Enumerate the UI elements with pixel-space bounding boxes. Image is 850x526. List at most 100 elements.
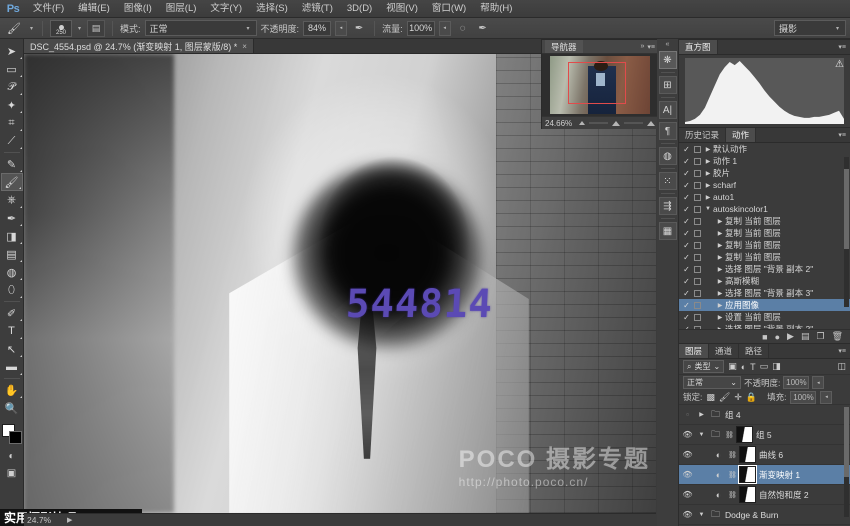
path-selection-tool[interactable]: ↖ xyxy=(1,340,23,358)
shape-tool[interactable]: ▬ xyxy=(1,358,23,376)
mask-link-icon[interactable]: ⛓ xyxy=(728,451,736,459)
lock-position-icon[interactable]: ✛ xyxy=(734,392,742,403)
begin-recording-icon[interactable]: ● xyxy=(775,332,780,342)
action-toggle-checkbox[interactable]: ✓ xyxy=(681,241,692,250)
actions-panel-menu-icon[interactable]: ▾≡ xyxy=(834,128,850,142)
layer-row[interactable]: 👁◐⛓曲线 6 xyxy=(679,445,850,465)
action-dialog-toggle[interactable] xyxy=(692,146,703,153)
action-toggle-checkbox[interactable]: ✓ xyxy=(681,157,692,166)
quick-selection-tool[interactable]: ✦ xyxy=(1,96,23,114)
healing-brush-tool[interactable]: ✎ xyxy=(1,155,23,173)
action-row[interactable]: ✓▶胶片 xyxy=(679,167,850,179)
action-row[interactable]: ✓▶复制 当前 图层 xyxy=(679,251,850,263)
document-tab[interactable]: DSC_4554.psd @ 24.7% (渐变映射 1, 图层蒙版/8) * … xyxy=(24,39,254,53)
filter-enable-toggle[interactable]: ◫ xyxy=(837,361,846,372)
marquee-tool[interactable]: ▭ xyxy=(1,60,23,78)
filter-shape-icon[interactable]: ▭ xyxy=(760,361,769,372)
brush-preset-chevron-icon[interactable]: ▾ xyxy=(76,25,83,32)
action-dialog-toggle[interactable] xyxy=(692,242,703,249)
action-dialog-toggle[interactable] xyxy=(692,206,703,213)
expand-triangle-icon[interactable]: ▶ xyxy=(715,278,725,285)
expand-triangle-icon[interactable]: ▶ xyxy=(697,411,706,418)
mask-link-icon[interactable]: ⛓ xyxy=(728,471,736,479)
action-dialog-toggle[interactable] xyxy=(692,158,703,165)
histogram-panel-menu-icon[interactable]: ▾≡ xyxy=(834,40,850,54)
brush-panel-toggle-button[interactable]: ▤ xyxy=(87,20,105,37)
zoom-tool[interactable]: 🔍 xyxy=(1,399,23,417)
gradient-tool[interactable]: ▤ xyxy=(1,245,23,263)
layer-visibility-icon[interactable]: 👁 xyxy=(681,510,694,519)
move-tool[interactable]: ➤ xyxy=(1,42,23,60)
action-toggle-checkbox[interactable]: ✓ xyxy=(681,277,692,286)
action-toggle-checkbox[interactable]: ✓ xyxy=(681,265,692,274)
action-row[interactable]: ✓▶设置 当前 图层 xyxy=(679,311,850,323)
action-toggle-checkbox[interactable]: ✓ xyxy=(681,313,692,322)
status-zoom-level[interactable]: 24.7% xyxy=(27,515,61,525)
navigator-zoom-value[interactable]: 24.66% xyxy=(545,119,575,128)
action-dialog-toggle[interactable] xyxy=(692,302,703,309)
histogram-warning-icon[interactable]: ⚠ xyxy=(835,59,844,70)
brush-tool-icon[interactable]: 🖌 xyxy=(4,20,24,36)
filter-pixel-icon[interactable]: ▣ xyxy=(728,361,737,372)
brush-preset-picker[interactable]: 250 xyxy=(50,20,72,37)
action-row[interactable]: ✓▶高斯模糊 xyxy=(679,275,850,287)
styles-panel-icon[interactable]: ◍ xyxy=(659,147,677,165)
tab-history[interactable]: 历史记录 xyxy=(679,128,726,142)
menu-3d[interactable]: 3D(D) xyxy=(340,0,379,18)
menu-layer[interactable]: 图层(L) xyxy=(159,0,204,18)
color-panel-icon[interactable]: ❋ xyxy=(659,51,677,69)
crop-tool[interactable]: ⌗ xyxy=(1,114,23,132)
action-row[interactable]: ✓▶默认动作 xyxy=(679,143,850,155)
opacity-stepper[interactable]: ◂ xyxy=(335,21,347,36)
action-toggle-checkbox[interactable]: ✓ xyxy=(681,169,692,178)
action-row[interactable]: ✓▶auto1 xyxy=(679,191,850,203)
layers-scrollbar[interactable] xyxy=(844,407,849,517)
expand-triangle-icon[interactable]: ▶ xyxy=(715,290,725,297)
action-row[interactable]: ✓▶scharf xyxy=(679,179,850,191)
action-row[interactable]: ✓▼autoskincolor1 xyxy=(679,203,850,215)
expand-triangle-icon[interactable]: ▼ xyxy=(703,206,713,212)
opacity-pressure-icon[interactable]: ✒ xyxy=(351,20,367,36)
lock-image-icon[interactable]: 🖌 xyxy=(719,392,730,403)
navigator-slider-handle[interactable] xyxy=(612,121,620,126)
tab-channels[interactable]: 通道 xyxy=(709,344,739,358)
layer-visibility-icon[interactable]: 👁 xyxy=(681,450,694,459)
adjustments-panel-icon[interactable]: ⊞ xyxy=(659,76,677,94)
layers-scrollbar-thumb[interactable] xyxy=(844,407,849,477)
layer-fill-input[interactable]: 100% xyxy=(790,391,816,404)
expand-triangle-icon[interactable]: ▶ xyxy=(703,146,713,153)
layer-row[interactable]: 👁◐⛓自然饱和度 2 xyxy=(679,485,850,505)
action-row[interactable]: ✓▶应用图像 xyxy=(679,299,850,311)
action-toggle-checkbox[interactable]: ✓ xyxy=(681,289,692,298)
action-toggle-checkbox[interactable]: ✓ xyxy=(681,253,692,262)
rail-expand-icon[interactable]: « xyxy=(666,41,670,48)
action-dialog-toggle[interactable] xyxy=(692,194,703,201)
stop-recording-icon[interactable]: ■ xyxy=(762,332,767,342)
play-selection-icon[interactable]: ▶ xyxy=(787,331,794,342)
lasso-tool[interactable]: 𝒫 xyxy=(1,78,23,96)
action-dialog-toggle[interactable] xyxy=(692,278,703,285)
brush-tool[interactable]: 🖌 xyxy=(1,173,23,191)
layer-row[interactable]: ▫▶🗀组 4 xyxy=(679,405,850,425)
tab-histogram[interactable]: 直方图 xyxy=(679,40,718,54)
layer-blend-mode-select[interactable]: 正常 ⌄ xyxy=(683,376,741,389)
navigator-view-box[interactable] xyxy=(568,62,626,104)
expand-triangle-icon[interactable]: ▶ xyxy=(715,314,725,321)
layer-mask-thumbnail[interactable] xyxy=(739,486,756,503)
layers-panel-menu-icon[interactable]: ▾≡ xyxy=(834,344,850,358)
layer-visibility-icon[interactable]: 👁 xyxy=(681,490,694,499)
collapse-icon[interactable]: » xyxy=(640,43,644,50)
layer-filter-type-select[interactable]: ⌕ 类型 ⌄ xyxy=(683,360,724,373)
dodge-tool[interactable]: ⬯ xyxy=(1,281,23,299)
layer-fill-stepper[interactable]: ◂ xyxy=(820,391,832,404)
menu-view[interactable]: 视图(V) xyxy=(379,0,425,18)
action-row[interactable]: ✓▶复制 当前 图层 xyxy=(679,239,850,251)
eraser-tool[interactable]: ◨ xyxy=(1,227,23,245)
action-dialog-toggle[interactable] xyxy=(692,254,703,261)
lock-transparent-icon[interactable]: ▩ xyxy=(706,392,715,403)
menu-help[interactable]: 帮助(H) xyxy=(473,0,519,18)
action-row[interactable]: ✓▶选择 图层 "背景 副本 2" xyxy=(679,323,850,329)
flow-input[interactable]: 100% xyxy=(407,21,435,36)
layer-row[interactable]: 👁▼🗀⛓组 5 xyxy=(679,425,850,445)
menu-filter[interactable]: 滤镜(T) xyxy=(295,0,340,18)
